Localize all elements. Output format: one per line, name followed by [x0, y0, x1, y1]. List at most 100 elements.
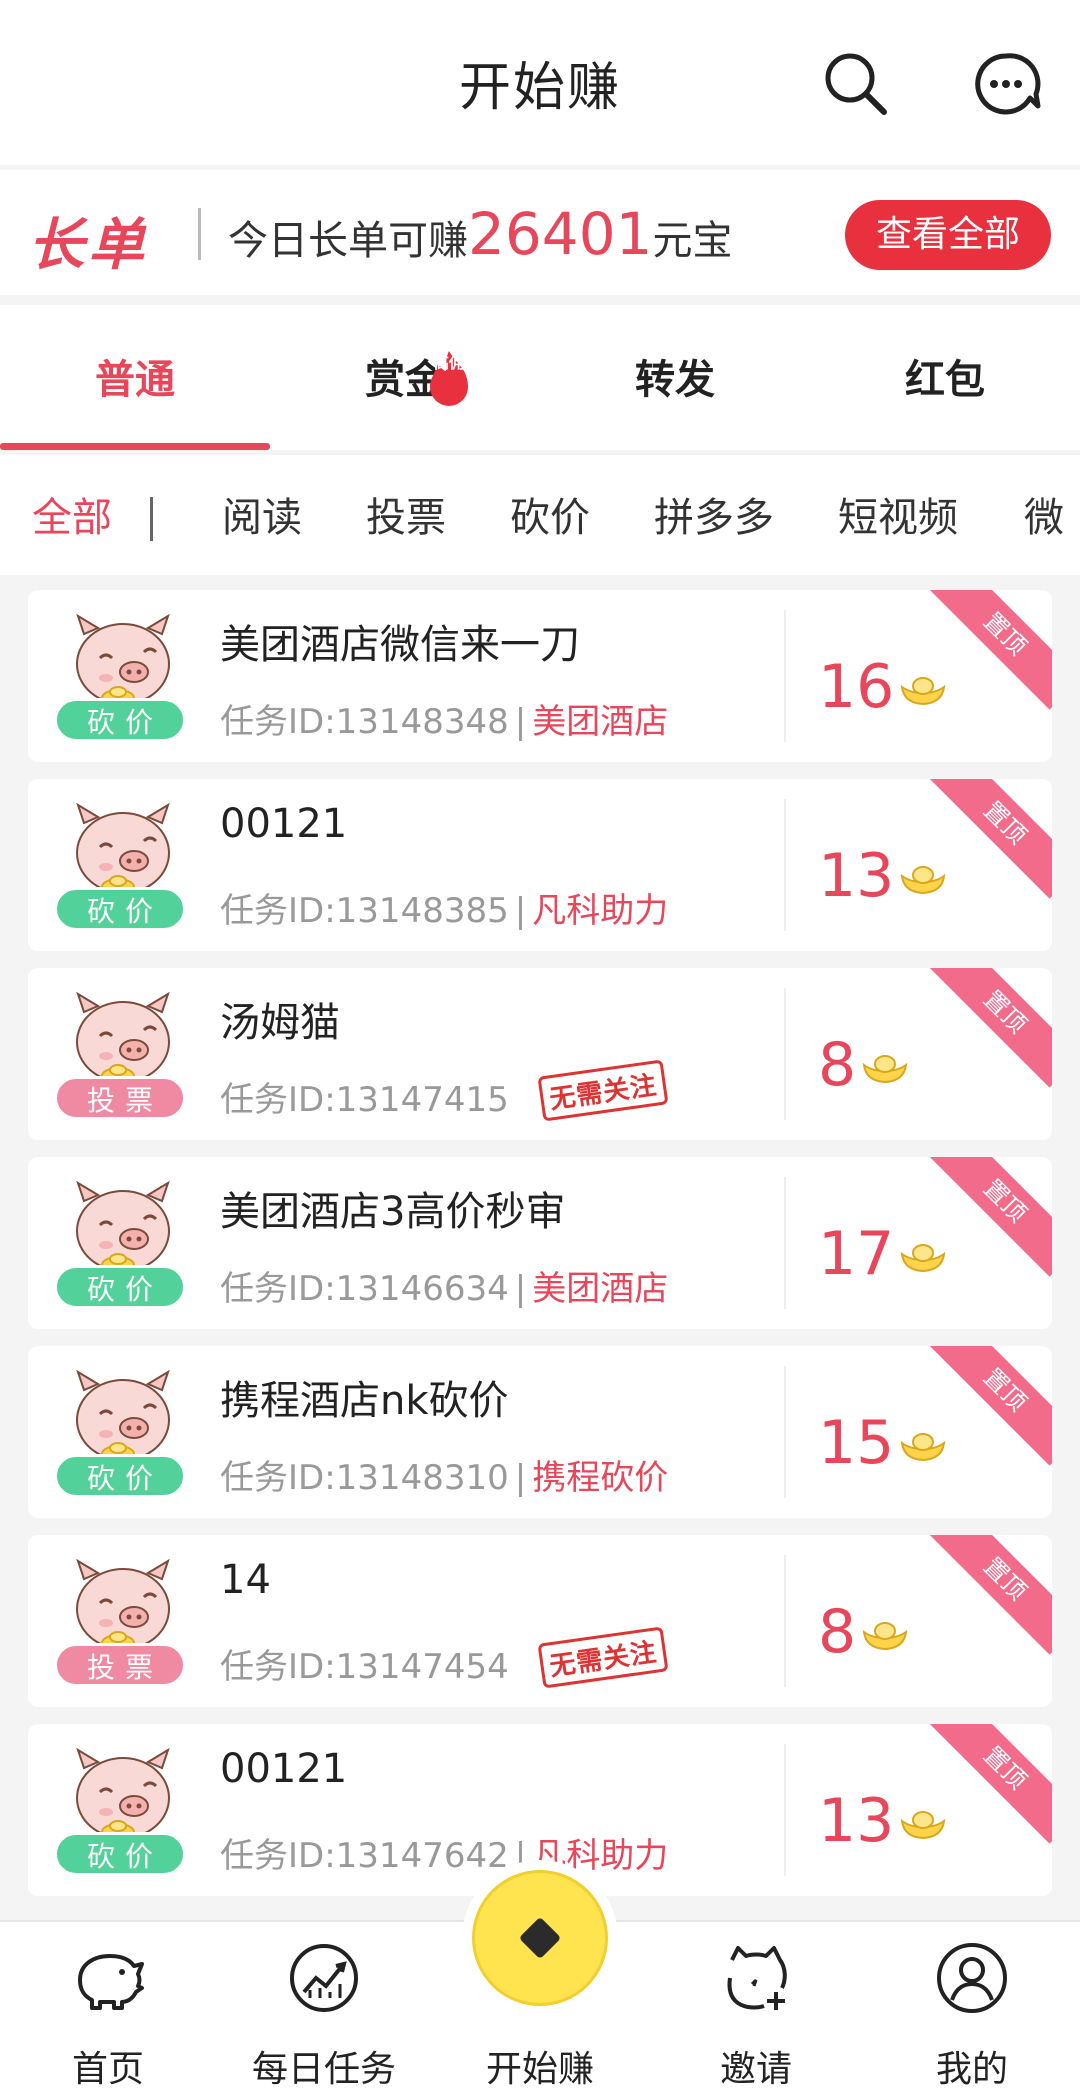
view-all-button[interactable]: 查看全部	[845, 200, 1051, 270]
coin-icon	[472, 1870, 608, 2006]
category-all[interactable]: 全部	[32, 485, 112, 543]
pinned-label: 置顶	[929, 779, 1052, 899]
task-card[interactable]: 投票 14 任务ID:13147454 无需关注 8 置顶	[28, 1535, 1052, 1707]
nav-invite[interactable]: 邀请	[648, 1922, 864, 2093]
task-id: 13148310	[335, 1458, 509, 1498]
task-id-prefix: 任务ID:	[220, 1458, 336, 1498]
pinned-ribbon: 置顶	[929, 1157, 1052, 1277]
task-type-tag: 砍价	[54, 1832, 186, 1876]
category-filter-bar: 全部 阅读 投票 砍价 拼多多 短视频 微	[0, 455, 1080, 575]
task-type-tag: 投票	[54, 1643, 186, 1687]
chart-icon	[290, 1944, 358, 2012]
task-type-tag: 砍价	[54, 887, 186, 931]
pinned-ribbon: 置顶	[929, 1535, 1052, 1655]
task-id: 13147454	[335, 1647, 509, 1687]
task-card[interactable]: 砍价 携程酒店nk砍价任务ID:13148310 | 携程砍价 15 置顶	[28, 1346, 1052, 1518]
task-category: 美团酒店	[532, 1269, 669, 1309]
task-title: 00121	[220, 801, 348, 847]
reward-amount: 13	[818, 1786, 895, 1856]
reward-amount: 16	[818, 652, 895, 722]
task-meta: 任务ID:13147642 | 凡科助力	[220, 1828, 668, 1877]
pinned-ribbon: 置顶	[929, 779, 1052, 899]
task-category: 美团酒店	[532, 702, 669, 742]
category-voting[interactable]: 投票	[366, 485, 446, 543]
task-reward: 8	[818, 1030, 908, 1100]
card-divider	[784, 1744, 786, 1876]
task-card[interactable]: 砍价 美团酒店微信来一刀 任务ID:13148348 | 美团酒店 16 置顶	[28, 590, 1052, 762]
task-card[interactable]: 砍价 00121 任务ID:13148385 | 凡科助力 13 置顶	[28, 779, 1052, 951]
coin-hole	[518, 1916, 562, 1960]
task-title: 携程酒店nk砍价	[220, 1378, 509, 1424]
task-meta: 任务ID:13147415	[220, 1072, 509, 1121]
meta-separator: |	[514, 891, 527, 931]
task-id-prefix: 任务ID:	[220, 702, 336, 742]
reward-amount: 17	[818, 1219, 895, 1289]
nav-daily-tasks[interactable]: 每日任务	[216, 1922, 432, 2093]
card-divider	[784, 1555, 786, 1687]
task-id: 13147415	[335, 1080, 509, 1120]
card-divider	[784, 1366, 786, 1498]
category-short-video[interactable]: 短视频	[838, 485, 958, 543]
long-order-logo: 长单	[28, 213, 148, 278]
card-divider	[784, 988, 786, 1120]
message-icon[interactable]	[970, 48, 1042, 120]
category-wechat[interactable]: 微	[1024, 485, 1064, 543]
task-id: 13148385	[335, 891, 509, 931]
pinned-ribbon: 置顶	[929, 1724, 1052, 1844]
card-divider	[784, 1177, 786, 1309]
search-icon[interactable]	[820, 48, 892, 120]
pinned-ribbon: 置顶	[929, 968, 1052, 1088]
task-id-prefix: 任务ID:	[220, 1836, 336, 1876]
reward-amount: 15	[818, 1408, 895, 1478]
task-meta: 任务ID:13147454	[220, 1639, 509, 1688]
reward-amount: 13	[818, 841, 895, 911]
task-type-tag: 投票	[54, 1076, 186, 1120]
tab-normal[interactable]: 普通	[0, 305, 270, 450]
category-bargain[interactable]: 砍价	[510, 485, 590, 543]
tab-bounty[interactable]: 赏金 高佣	[270, 305, 540, 450]
category-divider	[150, 497, 153, 541]
task-type-tag: 砍价	[54, 1265, 186, 1309]
nav-mine-label: 我的	[935, 2049, 1008, 2090]
category-reading[interactable]: 阅读	[222, 485, 302, 543]
nav-daily-tasks-label: 每日任务	[251, 2049, 396, 2090]
reward-amount: 8	[818, 1597, 857, 1667]
task-reward: 16	[818, 652, 946, 722]
task-card[interactable]: 投票 汤姆猫 任务ID:13147415 无需关注 8 置顶	[28, 968, 1052, 1140]
nav-mine[interactable]: 我的	[864, 1922, 1080, 2093]
banner-divider	[198, 208, 201, 260]
task-reward: 8	[818, 1597, 908, 1667]
piggy-bank-icon	[78, 1954, 144, 2010]
no-follow-stamp: 无需关注	[537, 1059, 669, 1122]
invite-icon	[727, 1946, 787, 2010]
task-type-tag: 砍价	[54, 1454, 186, 1498]
card-divider	[784, 799, 786, 931]
meta-separator: |	[514, 1269, 527, 1309]
nav-home[interactable]: 首页	[0, 1922, 216, 2093]
task-meta: 任务ID:13148310 | 携程砍价	[220, 1450, 668, 1499]
task-reward: 13	[818, 841, 946, 911]
tab-red-packet[interactable]: 红包	[810, 305, 1080, 450]
summary-amount: 26401	[468, 200, 653, 268]
high-commission-text: 高佣	[433, 354, 464, 372]
meta-separator: |	[514, 702, 527, 742]
task-title: 00121	[220, 1746, 348, 1792]
pinned-label: 置顶	[929, 1346, 1052, 1466]
pinned-ribbon: 置顶	[929, 1346, 1052, 1466]
task-id: 13148348	[335, 702, 509, 742]
card-divider	[784, 610, 786, 742]
pinned-label: 置顶	[929, 968, 1052, 1088]
nav-home-label: 首页	[71, 2049, 144, 2090]
start-earning-button[interactable]	[462, 1860, 618, 2016]
task-meta: 任务ID:13148385 | 凡科助力	[220, 883, 668, 932]
gold-ingot-icon	[862, 1622, 908, 1651]
summary-suffix: 元宝	[652, 218, 733, 264]
task-title: 美团酒店微信来一刀	[220, 622, 580, 668]
long-order-banner: 长单 今日长单可赚26401元宝 查看全部	[0, 170, 1080, 295]
pinned-label: 置顶	[929, 1157, 1052, 1277]
category-pinduoduo[interactable]: 拼多多	[654, 485, 774, 543]
task-card[interactable]: 砍价 美团酒店3高价秒审 任务ID:13146634 | 美团酒店 17 置顶	[28, 1157, 1052, 1329]
no-follow-stamp: 无需关注	[537, 1626, 669, 1689]
nav-invite-label: 邀请	[719, 2049, 792, 2090]
tab-forward[interactable]: 转发	[540, 305, 810, 450]
